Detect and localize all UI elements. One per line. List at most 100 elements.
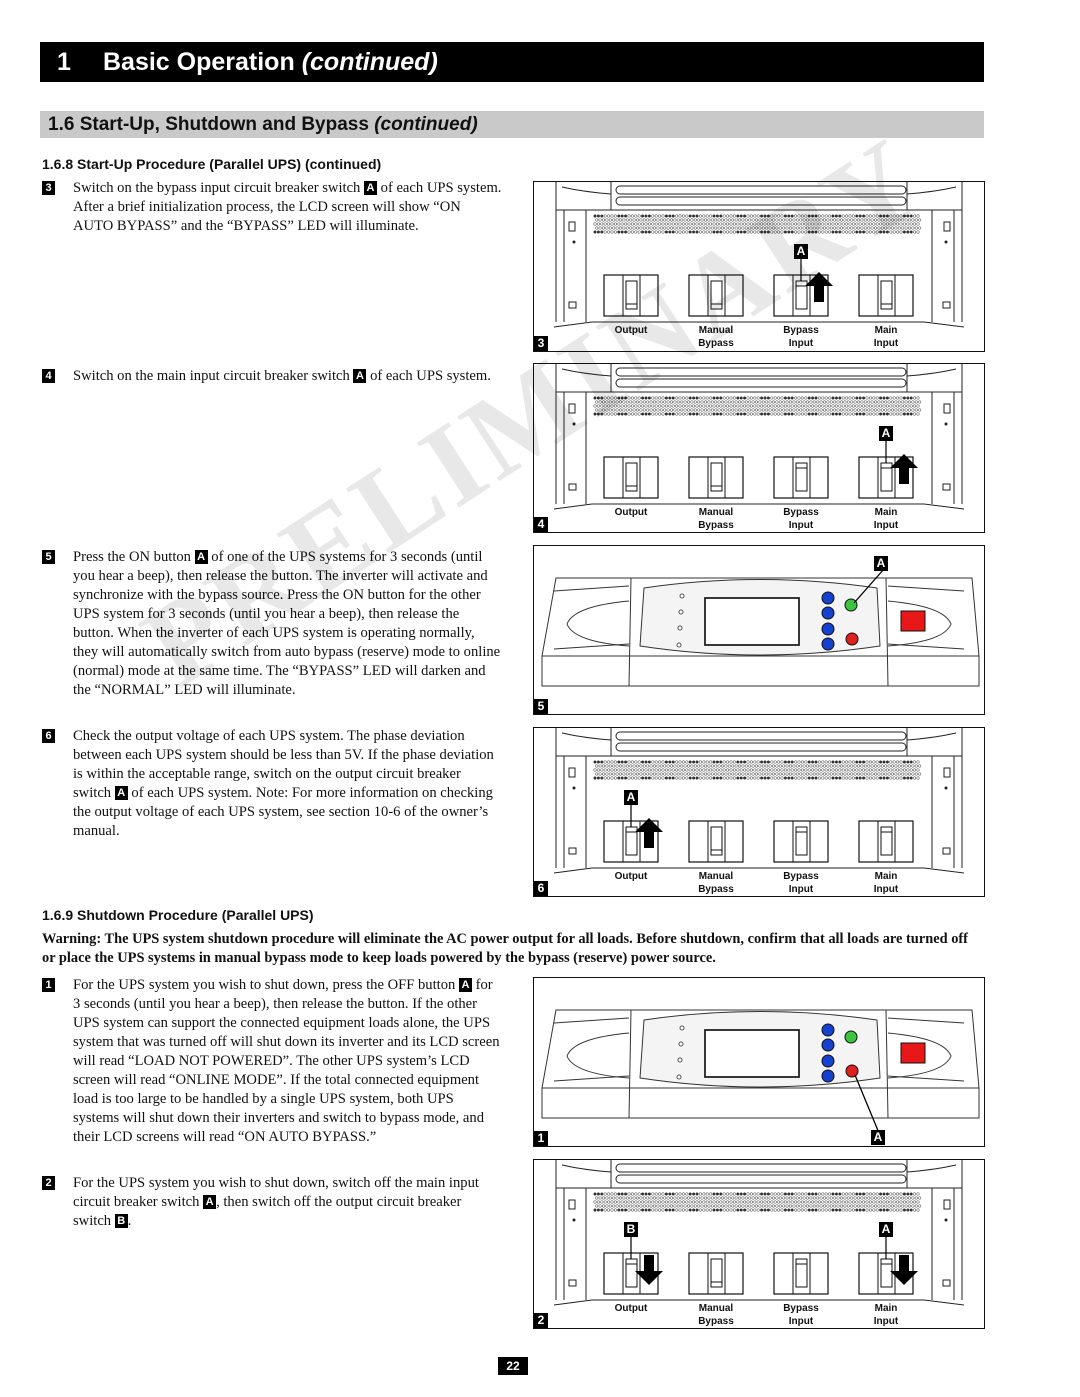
startup-step-6: 6 Check the output voltage of each UPS s… [42, 727, 502, 841]
breaker-label: Main Input [873, 507, 899, 531]
circuit-breaker-3 [773, 456, 829, 499]
breaker-label: Bypass Input [783, 871, 819, 895]
callout-a-inline: A [194, 550, 208, 564]
toggle-on-position [880, 1258, 893, 1265]
figure-number: 2 [534, 1313, 548, 1328]
lcd-screen [704, 1029, 800, 1078]
vent-slot [615, 731, 907, 741]
ups-front-panel-illustration [541, 568, 980, 687]
callout-a: A [794, 244, 808, 259]
step-text: Check the output voltage of each UPS sys… [73, 728, 494, 839]
step-number-badge: 6 [42, 729, 55, 743]
ventilation-grille [593, 396, 922, 416]
toggle-off-position [710, 303, 723, 310]
figure-number: 3 [534, 336, 548, 351]
circuit-breaker-1 [603, 456, 659, 499]
step-text: Switch on the main input circuit breaker… [73, 368, 491, 384]
emergency-power-off-button [900, 610, 926, 632]
status-led [676, 1074, 682, 1080]
toggle-off-position [625, 303, 638, 310]
section-header: 1.6 Start-Up, Shutdown and Bypass (conti… [40, 111, 984, 138]
startup-step-5: 5 Press the ON button A of one of the UP… [42, 548, 502, 700]
callout-a-inline: A [353, 369, 367, 383]
step-text: Press the ON button A of one of the UPS … [73, 549, 501, 698]
startup-step-4: 4 Switch on the main input circuit break… [42, 367, 502, 386]
navigation-button [821, 637, 835, 651]
toggle-on-position [795, 826, 808, 833]
breaker-label: Main Input [873, 1303, 899, 1327]
vent-slot [615, 185, 907, 195]
step-number-badge: 4 [42, 369, 55, 383]
status-led [679, 1025, 685, 1031]
shutdown-step-1: 1 For the UPS system you wish to shut do… [42, 976, 502, 1147]
chapter-header: 1 Basic Operation (continued) [40, 42, 984, 82]
toggle-on-position [795, 1258, 808, 1265]
chapter-title: Basic Operation (continued) [103, 47, 438, 76]
figure-3-breaker-panel: A Output Manual Bypass Bypass Input Main Input… [533, 181, 985, 352]
startup-heading: 1.6.8 Start-Up Procedure (Parallel UPS) … [42, 156, 382, 172]
on-button [844, 1030, 858, 1044]
vent-slot [615, 1174, 907, 1184]
breaker-label: Main Input [873, 871, 899, 895]
navigation-button [821, 1038, 835, 1052]
toggle-on-position [795, 462, 808, 469]
status-led [679, 593, 685, 599]
off-button [845, 1064, 859, 1078]
breaker-label: Output [614, 507, 648, 518]
toggle-on-position [625, 1258, 638, 1265]
callout-a-inline: A [458, 978, 472, 992]
callout-a-inline: A [364, 181, 377, 195]
circuit-breaker-3 [773, 1252, 829, 1295]
callout-a: A [879, 426, 893, 441]
navigation-button [821, 591, 835, 605]
circuit-breaker-2 [688, 274, 744, 317]
callout-a: A [624, 790, 638, 805]
circuit-breaker-4 [858, 820, 914, 863]
page-number: 22 [498, 1357, 528, 1375]
circuit-breaker-2 [688, 456, 744, 499]
navigation-button [821, 622, 835, 636]
callout-a-inline: A [114, 786, 128, 800]
circuit-breaker-2 [688, 820, 744, 863]
figure-number: 1 [534, 1131, 548, 1146]
toggle-on-position [795, 280, 808, 287]
breaker-label: Output [614, 1303, 648, 1314]
toggle-on-position [880, 462, 893, 469]
step-number-badge: 2 [42, 1176, 55, 1190]
figure-5-front-panel: A5 [533, 545, 985, 715]
ups-front-panel-illustration [541, 1009, 980, 1134]
step-text: For the UPS system you wish to shut down… [73, 1175, 479, 1229]
emergency-power-off-button [900, 1042, 926, 1064]
vent-slot [615, 1163, 907, 1173]
figure-6-breaker-panel: A Output Manual Bypass Bypass Input Main Input… [533, 727, 985, 897]
shutdown-step-2: 2 For the UPS system you wish to shut do… [42, 1174, 502, 1231]
breaker-label: Manual Bypass [698, 325, 734, 349]
figure-2-breaker-panel: B A Output Manual Bypass Bypass Input Main Inpu… [533, 1159, 985, 1329]
step-number-badge: 5 [42, 550, 55, 564]
circuit-breaker-1 [603, 274, 659, 317]
ventilation-grille [593, 760, 922, 780]
callout-a: A [879, 1222, 893, 1237]
chapter-number: 1 [57, 47, 71, 76]
step-number-badge: 1 [42, 978, 55, 992]
vent-slot [615, 378, 907, 388]
circuit-breaker-3 [773, 820, 829, 863]
step-text: Switch on the bypass input circuit break… [73, 180, 502, 234]
callout-a-inline: A [203, 1195, 217, 1209]
status-led [676, 642, 682, 648]
off-button [845, 632, 859, 646]
figure-1-front-panel: A1 [533, 977, 985, 1147]
toggle-off-position [880, 303, 893, 310]
toggle-off-position [625, 485, 638, 492]
section-title: 1.6 Start-Up, Shutdown and Bypass (conti… [48, 113, 478, 135]
figure-number: 6 [534, 881, 548, 896]
callout-a: A [874, 556, 888, 571]
figure-number: 5 [534, 699, 548, 714]
breaker-label: Bypass Input [783, 325, 819, 349]
toggle-on-position [880, 826, 893, 833]
breaker-label: Manual Bypass [698, 507, 734, 531]
lcd-screen [704, 597, 800, 646]
navigation-button [821, 1054, 835, 1068]
status-led [677, 625, 683, 631]
status-led [677, 1057, 683, 1063]
